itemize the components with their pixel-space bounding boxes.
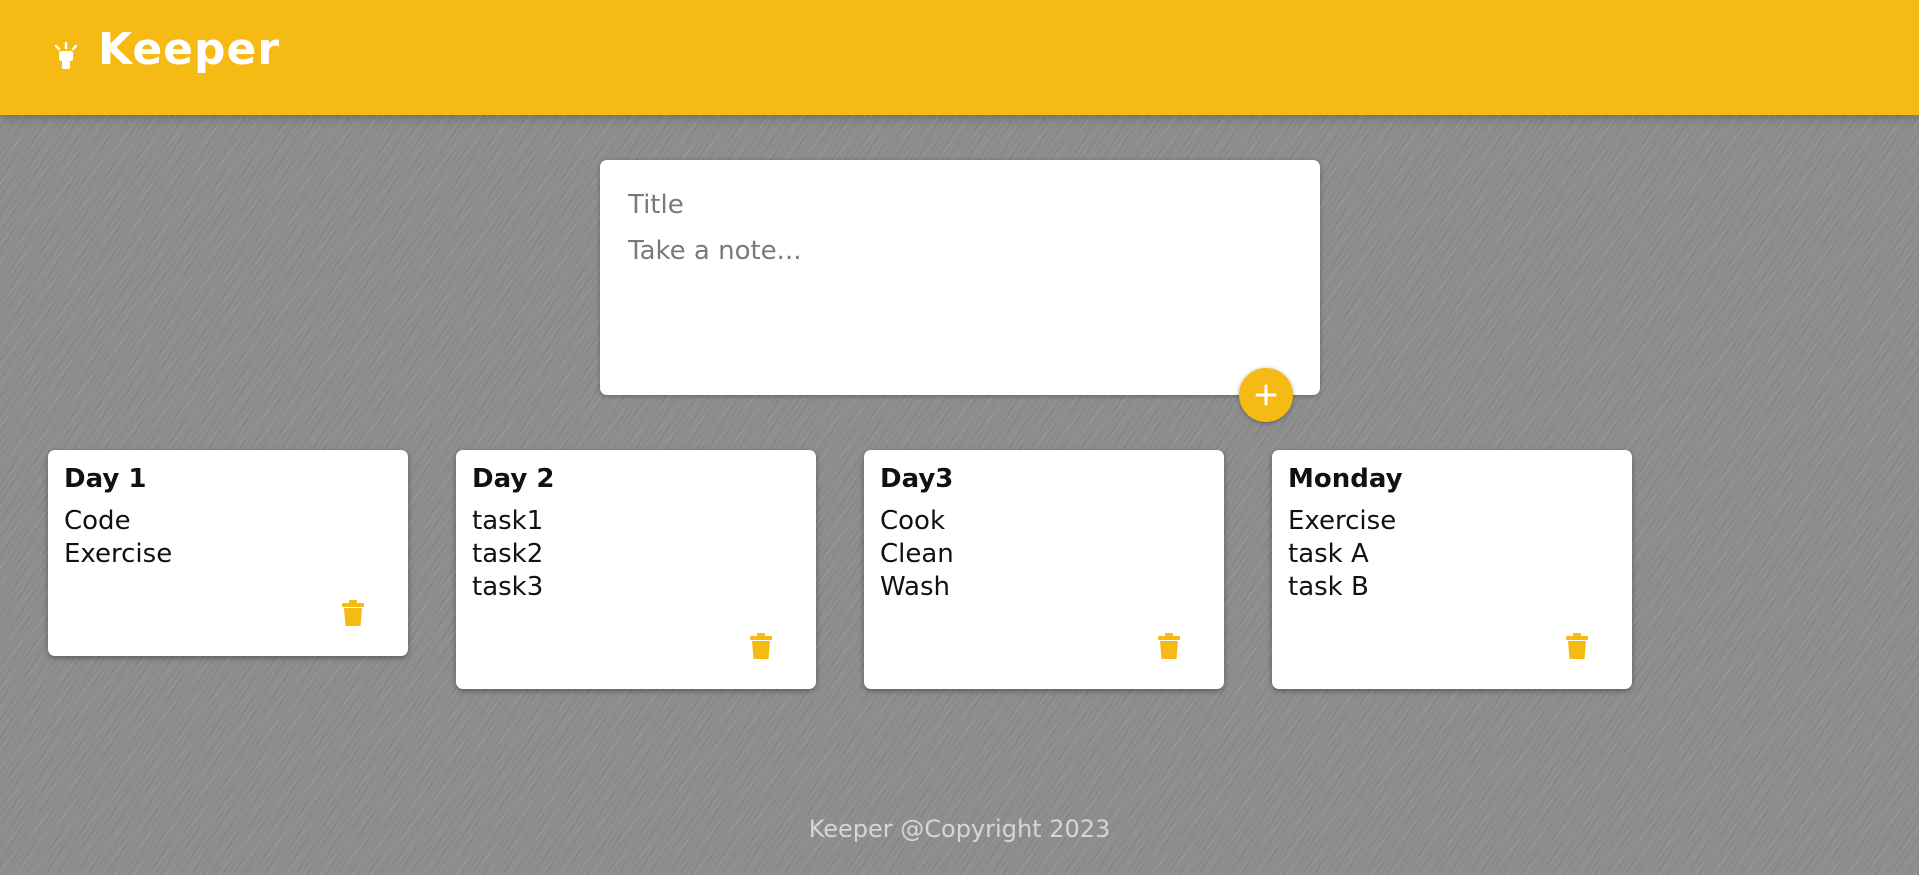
footer: Keeper @Copyright 2023 (0, 815, 1919, 843)
note-title: Day3 (880, 464, 954, 494)
note-line: Wash (880, 572, 951, 603)
note-line: Exercise (1288, 506, 1397, 537)
note-card: Day 1 Code Exercise (48, 450, 408, 656)
app-header: Keeper (0, 0, 1919, 115)
app-title: Keeper (98, 24, 281, 75)
trash-icon (1158, 633, 1180, 659)
delete-note-button[interactable] (1154, 631, 1184, 661)
create-note-form (600, 160, 1320, 395)
trash-icon (1566, 633, 1588, 659)
note-line: task2 (472, 539, 544, 570)
note-card: Day3 Cook Clean Wash (864, 450, 1224, 689)
note-line: task1 (472, 506, 544, 537)
note-title: Monday (1288, 464, 1403, 494)
note-line: task3 (472, 572, 544, 603)
copyright-text: Keeper @Copyright 2023 (808, 815, 1111, 843)
trash-icon (750, 633, 772, 659)
plus-icon (1255, 384, 1277, 406)
note-title-input[interactable] (628, 188, 1288, 222)
note-card: Day 2 task1 task2 task3 (456, 450, 816, 689)
note-line: Exercise (64, 539, 173, 570)
note-line: Code (64, 506, 131, 537)
delete-note-button[interactable] (746, 631, 776, 661)
note-line: Clean (880, 539, 954, 570)
note-title: Day 2 (472, 464, 555, 494)
trash-icon (342, 600, 364, 626)
note-content-input[interactable] (628, 236, 1288, 366)
note-line: task B (1288, 572, 1369, 603)
delete-note-button[interactable] (1562, 631, 1592, 661)
lightbulb-icon (54, 41, 78, 69)
note-line: task A (1288, 539, 1369, 570)
add-note-button[interactable] (1239, 368, 1293, 422)
note-title: Day 1 (64, 464, 147, 494)
note-card: Monday Exercise task A task B (1272, 450, 1632, 689)
note-line: Cook (880, 506, 946, 537)
delete-note-button[interactable] (338, 598, 368, 628)
